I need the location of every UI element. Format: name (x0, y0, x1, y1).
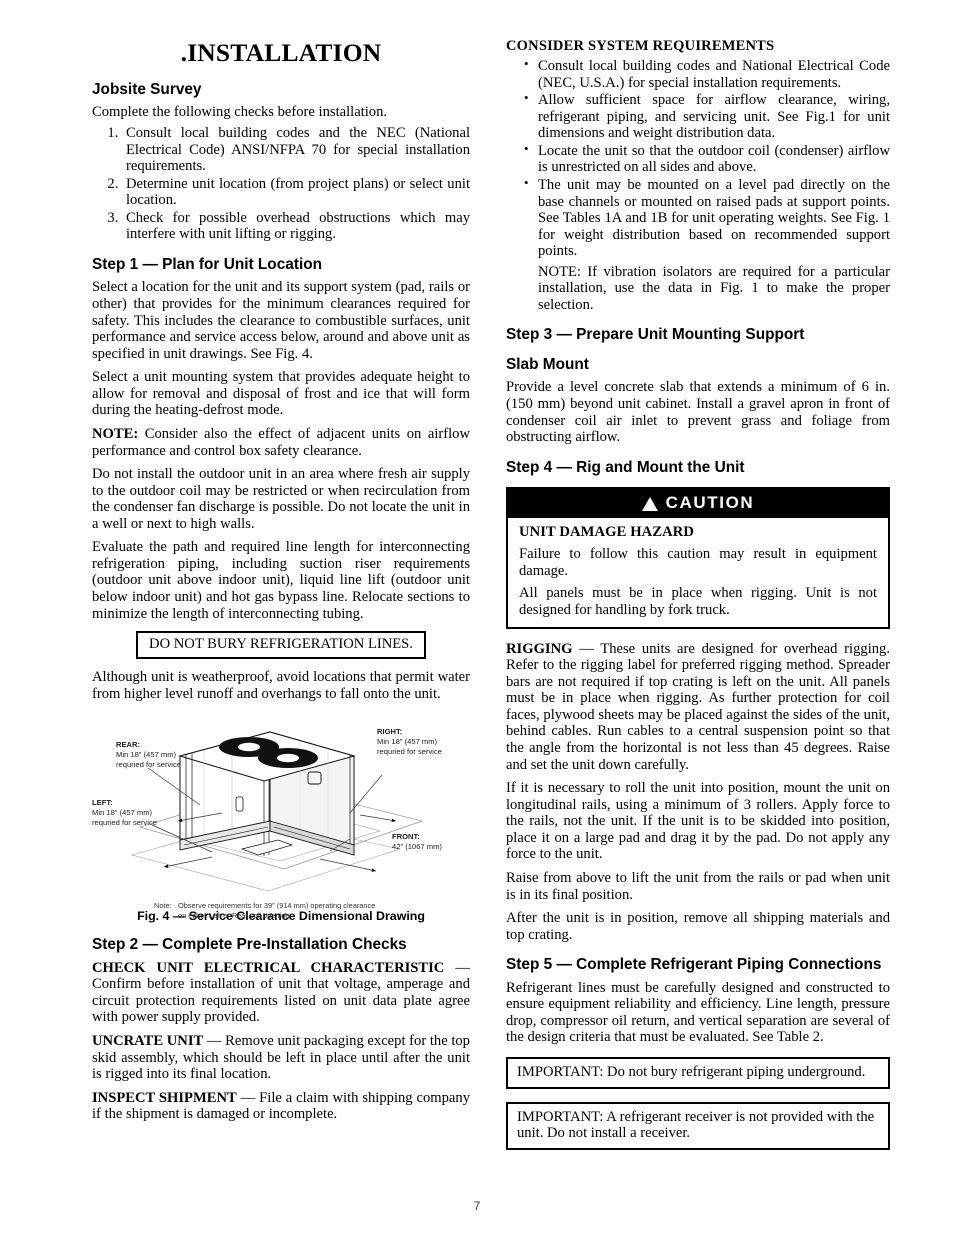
figure-note-line1: Observe requirements for 39" (914 mm) op… (178, 901, 376, 911)
figure-label-right-line2: requried for service (377, 747, 442, 756)
figure-label-rear-title: REAR: (116, 740, 140, 749)
important-box-piping: IMPORTANT: Do not bury refrigerant pipin… (506, 1056, 890, 1089)
warning-triangle-icon (641, 497, 658, 512)
list-item: Determine unit location (from project pl… (122, 176, 470, 209)
figure-label-right-line1: Min 18" (457 mm) (377, 737, 438, 746)
caution-header-bar: CAUTION (508, 489, 888, 519)
right-column: CONSIDER SYSTEM REQUIREMENTS Consult loc… (506, 38, 890, 1150)
figure-4-service-clearance: REAR: Min 18" (457 mm) requried for serv… (92, 709, 470, 920)
heading-consider-system-requirements: CONSIDER SYSTEM REQUIREMENTS (506, 38, 775, 54)
jobsite-survey-list: Consult local building codes and the NEC… (92, 125, 470, 243)
figure-label-front-title: FRONT: (392, 832, 420, 841)
heading-step-2: Step 2 — Complete Pre-Installation Check… (92, 936, 407, 954)
note-label: NOTE: (92, 425, 139, 442)
step4-rigging-paragraph: RIGGING — These units are designed for o… (506, 641, 890, 774)
figure-label-front-line1: 42" (1067 mm) (392, 842, 442, 851)
caution-box: CAUTION UNIT DAMAGE HAZARD Failure to fo… (506, 487, 890, 629)
step2-check-electrical: CHECK UNIT ELECTRICAL CHARACTERISTIC — C… (92, 960, 470, 1026)
consider-note: NOTE: If vibration isolators are require… (538, 263, 890, 313)
figure-label-right-title: RIGHT: (377, 727, 402, 736)
list-item: Locate the unit so that the outdoor coil… (524, 142, 890, 176)
heading-step-3: Step 3 — Prepare Unit Mounting Support (506, 326, 805, 344)
caution-hazard-title: UNIT DAMAGE HAZARD (519, 524, 695, 541)
heading-step-1: Step 1 — Plan for Unit Location (92, 255, 323, 273)
figure-note-line2: on either Left or Rear coil opening. (178, 911, 292, 921)
important-box-receiver: IMPORTANT: A refrigerant receiver is not… (506, 1101, 890, 1150)
figure-label-left-line1: Min 18" (457 mm) (92, 808, 153, 817)
heading-step-4: Step 4 — Rig and Mount the Unit (506, 458, 745, 476)
caution-label: CAUTION (665, 493, 755, 513)
page-title: INSTALLATION (92, 38, 470, 68)
step1-paragraph-3: Do not install the outdoor unit in an ar… (92, 466, 470, 532)
step2-inspect-shipment: INSPECT SHIPMENT — File a claim with shi… (92, 1090, 470, 1123)
two-column-layout: INSTALLATION Jobsite Survey Complete the… (92, 38, 898, 1150)
step1-note: NOTE: Consider also the effect of adjace… (92, 426, 470, 459)
figure-label-rear-line2: requried for service (116, 760, 181, 769)
uncrate-label: UNCRATE UNIT (92, 1033, 204, 1050)
step1-paragraph-1: Select a location for the unit and its s… (92, 279, 470, 362)
list-item: Consult local building codes and the NEC… (122, 125, 470, 175)
caution-paragraph-1: Failure to follow this caution may resul… (519, 546, 877, 579)
step2-uncrate-unit: UNCRATE UNIT — Remove unit packaging exc… (92, 1033, 470, 1083)
rigging-text: — These units are designed for overhead … (506, 640, 890, 773)
caution-body: UNIT DAMAGE HAZARD Failure to follow thi… (508, 518, 888, 627)
unit-clearance-diagram: REAR: Min 18" (457 mm) requried for serv… (92, 727, 442, 892)
heading-slab-mount: Slab Mount (506, 355, 589, 373)
page-number: 7 (473, 1199, 481, 1213)
step1-paragraph-5: Although unit is weatherproof, avoid loc… (92, 669, 470, 702)
check-label: CHECK UNIT ELECTRICAL CHARACTERISTIC (92, 959, 445, 976)
step4-paragraph-3: Raise from above to lift the unit from t… (506, 869, 890, 903)
step4-paragraph-4: After the unit is in position, remove al… (506, 910, 890, 943)
step5-paragraph: Refrigerant lines must be carefully desi… (506, 979, 890, 1046)
boxed-notice-refrigeration-lines: DO NOT BURY REFRIGERATION LINES. (136, 631, 426, 660)
figure-label-left-title: LEFT: (92, 798, 113, 807)
step1-paragraph-4: Evaluate the path and required line leng… (92, 539, 470, 622)
heading-jobsite-survey: Jobsite Survey (92, 81, 202, 98)
jobsite-survey-intro: Complete the following checks before ins… (92, 104, 388, 121)
list-item: The unit may be mounted on a level pad d… (524, 176, 890, 260)
inspect-label: INSPECT SHIPMENT (92, 1089, 237, 1106)
figure-note-label: Note: (154, 901, 172, 911)
list-item: Consult local building codes and Nationa… (524, 57, 890, 91)
figure-label-rear-line1: Min 18" (457 mm) (116, 750, 177, 759)
note-text: Consider also the effect of adjacent uni… (92, 425, 470, 459)
rigging-label: RIGGING (506, 640, 573, 657)
figure-label-left-line2: requried for service (92, 818, 157, 827)
caution-paragraph-2: All panels must be in place when rigging… (519, 585, 877, 619)
left-column: INSTALLATION Jobsite Survey Complete the… (92, 38, 470, 1123)
step3-paragraph: Provide a level concrete slab that exten… (506, 379, 890, 446)
step4-paragraph-2: If it is necessary to roll the unit into… (506, 780, 890, 863)
heading-step-5: Step 5 — Complete Refrigerant Piping Con… (506, 956, 882, 974)
figure-note: Note: Observe requirements for 39" (914 m… (92, 901, 470, 921)
list-item: Check for possible overhead obstructions… (122, 210, 470, 243)
step1-paragraph-2: Select a unit mounting system that provi… (92, 369, 470, 419)
list-item: Allow sufficient space for airflow clear… (524, 91, 890, 142)
document-page: INSTALLATION Jobsite Survey Complete the… (0, 0, 954, 1235)
consider-bullet-list: Consult local building codes and Nationa… (506, 57, 890, 260)
